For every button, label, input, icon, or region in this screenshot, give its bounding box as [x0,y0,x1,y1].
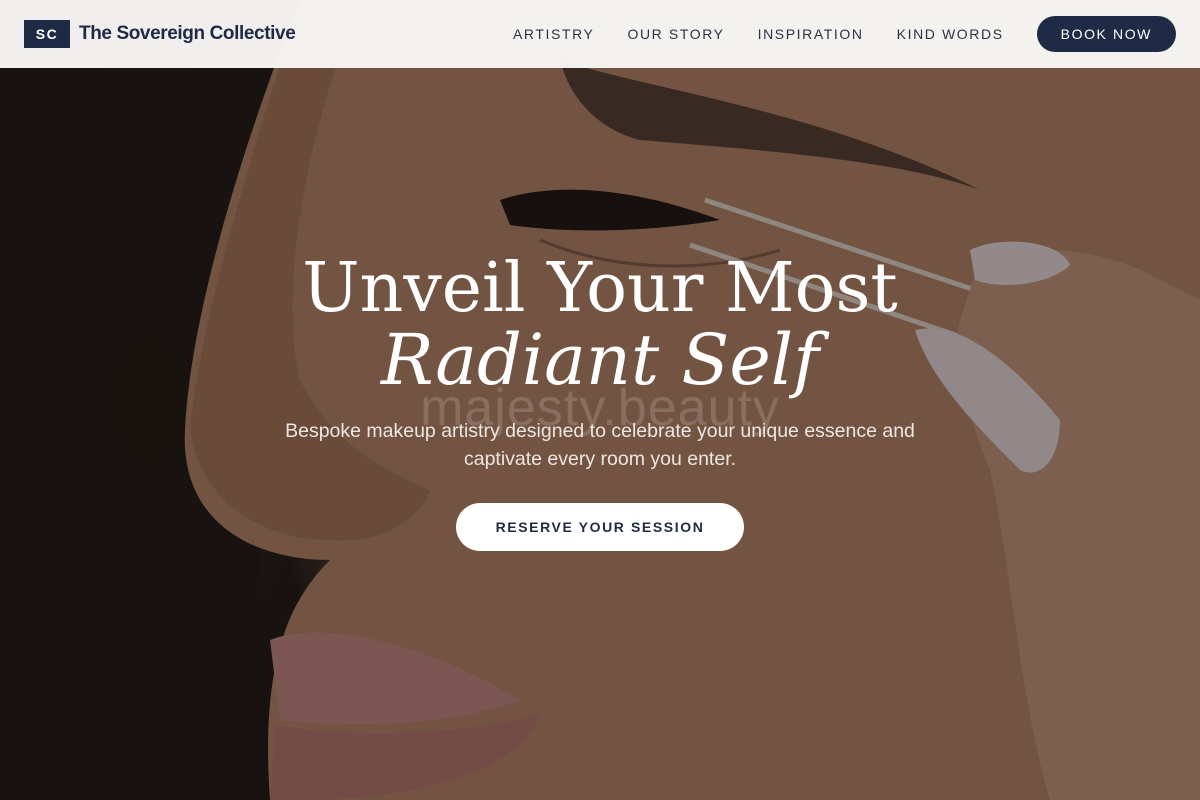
landing-page: SC The Sovereign Collective ARTISTRY OUR… [0,0,1200,800]
hero-section: Unveil Your Most Radiant Self Bespoke ma… [0,255,1200,551]
hero-title: Unveil Your Most Radiant Self [0,249,1200,401]
nav-link-kind-words[interactable]: KIND WORDS [897,26,1004,42]
top-navbar: SC The Sovereign Collective ARTISTRY OUR… [0,0,1200,68]
nav-links: ARTISTRY OUR STORY INSPIRATION KIND WORD… [513,16,1176,52]
nav-link-artistry[interactable]: ARTISTRY [513,26,595,42]
hero-subtitle: Bespoke makeup artistry designed to cele… [285,420,915,470]
brand-logo-link[interactable]: SC The Sovereign Collective [24,20,296,48]
reserve-session-button[interactable]: RESERVE YOUR SESSION [455,503,745,551]
brand-name: The Sovereign Collective [79,23,296,44]
hero-title-line2: Radiant Self [380,319,820,401]
hero-title-line1: Unveil Your Most [302,249,898,328]
nav-link-our-story[interactable]: OUR STORY [627,26,724,42]
brand-badge: SC [24,20,70,48]
nav-link-inspiration[interactable]: INSPIRATION [758,26,864,42]
book-now-button[interactable]: BOOK NOW [1036,16,1176,52]
